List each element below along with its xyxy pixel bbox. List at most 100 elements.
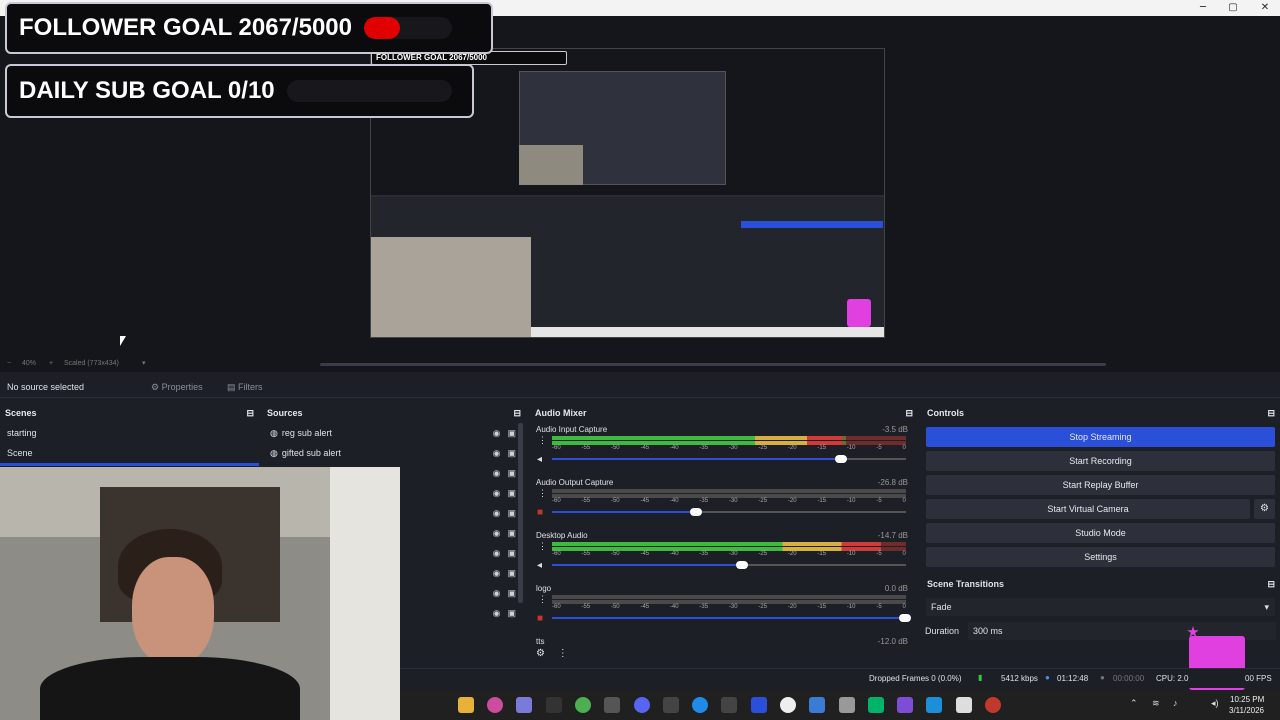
filters-button[interactable]: ▤ Filters <box>227 382 263 393</box>
tick-label: -55 <box>581 445 591 451</box>
volume-slider[interactable] <box>552 455 906 463</box>
visual-studio-icon[interactable] <box>751 697 767 713</box>
tick-label: -25 <box>758 604 768 610</box>
undock-icon[interactable]: ⊟ <box>1267 405 1275 421</box>
eye-icon[interactable]: ◉ <box>493 488 501 499</box>
duration-label: Duration <box>925 626 960 636</box>
lock-icon[interactable]: ▣ <box>507 568 516 579</box>
eye-icon[interactable]: ◉ <box>493 468 501 479</box>
volume-slider[interactable] <box>552 561 906 569</box>
close-icon[interactable]: ✕ <box>1250 0 1280 16</box>
transition-select[interactable]: Fade ▾ <box>926 598 1275 616</box>
document-icon[interactable] <box>956 697 972 713</box>
eye-icon[interactable]: ◉ <box>493 448 501 459</box>
settings-button[interactable]: Settings <box>926 547 1275 567</box>
eye-icon[interactable]: ◉ <box>493 608 501 619</box>
chevron-down-icon[interactable]: ▾ <box>142 359 146 367</box>
more-options-icon[interactable]: ⋮ <box>558 648 568 659</box>
scale-label[interactable]: Scaled (773x434) <box>64 360 119 367</box>
undock-icon[interactable]: ⊟ <box>246 405 254 421</box>
properties-button[interactable]: ⚙ Properties <box>151 382 203 393</box>
start-replay-buffer-button[interactable]: Start Replay Buffer <box>926 475 1275 495</box>
network-tool-icon[interactable] <box>809 697 825 713</box>
follower-goal-fill <box>364 17 401 39</box>
muted-speaker-icon[interactable]: ■ <box>537 613 543 624</box>
start-recording-button[interactable]: Start Recording <box>926 451 1275 471</box>
undock-icon[interactable]: ⊟ <box>1267 576 1275 592</box>
mouse-cursor-icon <box>120 336 126 346</box>
wifi-icon[interactable]: ≋ <box>1152 698 1160 709</box>
level-meter <box>552 595 906 599</box>
mouse-app-icon[interactable] <box>839 697 855 713</box>
lock-icon[interactable]: ▣ <box>507 508 516 519</box>
chrome-icon[interactable] <box>575 697 591 713</box>
stop-streaming-button[interactable]: Stop Streaming <box>926 427 1275 447</box>
speaker-icon[interactable]: ◂ <box>537 560 542 571</box>
lock-icon[interactable]: ▣ <box>507 428 516 439</box>
eye-icon[interactable]: ◉ <box>493 588 501 599</box>
virtual-camera-settings-gear-icon[interactable]: ⚙ <box>1254 499 1275 519</box>
undock-icon[interactable]: ⊟ <box>513 405 521 421</box>
eye-icon[interactable]: ◉ <box>493 508 501 519</box>
scene-item[interactable]: starting <box>0 423 259 443</box>
lock-icon[interactable]: ▣ <box>507 448 516 459</box>
volume-handle[interactable] <box>835 455 848 463</box>
zoom-in-icon[interactable]: + <box>49 360 53 367</box>
capcut-icon[interactable] <box>604 697 620 713</box>
gear-icon[interactable]: ⚙ <box>536 648 545 659</box>
obs-icon[interactable] <box>985 697 1001 713</box>
epic-games-icon[interactable] <box>546 697 562 713</box>
browser-icon[interactable] <box>692 697 708 713</box>
muted-speaker-icon[interactable]: ■ <box>537 507 543 518</box>
scene-transitions-header: Scene Transitions ⊟ <box>922 576 1280 592</box>
eye-icon[interactable]: ◉ <box>493 528 501 539</box>
microphone-icon[interactable]: ♪ <box>1173 698 1178 708</box>
scene-item[interactable]: Scene <box>0 443 259 463</box>
lock-icon[interactable]: ▣ <box>507 468 516 479</box>
lock-icon[interactable]: ▣ <box>507 588 516 599</box>
volume-icon[interactable]: ◂) <box>1211 698 1219 709</box>
eye-icon[interactable]: ◉ <box>493 428 501 439</box>
sources-title: Sources <box>267 408 303 418</box>
eye-icon[interactable]: ◉ <box>493 548 501 559</box>
more-options-icon[interactable]: ⋮ <box>538 594 547 605</box>
zoom-out-icon[interactable]: − <box>7 360 11 367</box>
more-options-icon[interactable]: ⋮ <box>538 541 547 552</box>
sources-scrollbar[interactable] <box>518 423 523 603</box>
studio-mode-button[interactable]: Studio Mode <box>926 523 1275 543</box>
g-app-icon[interactable] <box>780 697 796 713</box>
volume-handle[interactable] <box>736 561 749 569</box>
volume-slider[interactable] <box>552 614 911 622</box>
tray-chevron-up-icon[interactable]: ⌃ <box>1130 698 1138 709</box>
gamepad-icon[interactable] <box>516 697 532 713</box>
more-options-icon[interactable]: ⋮ <box>538 488 547 499</box>
preview-scrollbar[interactable] <box>320 363 1106 366</box>
lock-icon[interactable]: ▣ <box>507 488 516 499</box>
speaker-icon[interactable]: ◂ <box>537 454 542 465</box>
chart-app-icon[interactable] <box>926 697 942 713</box>
app-icon[interactable] <box>721 697 737 713</box>
clock-time[interactable]: 10:25 PM <box>1230 695 1264 704</box>
terminal-icon[interactable] <box>868 697 884 713</box>
music-icon[interactable] <box>487 697 503 713</box>
tick-label: -30 <box>728 498 738 504</box>
volume-handle[interactable] <box>899 614 911 622</box>
undock-icon[interactable]: ⊟ <box>905 405 913 421</box>
minimize-icon[interactable]: ─ <box>1188 0 1218 16</box>
grid-app-icon[interactable] <box>897 697 913 713</box>
clock-date[interactable]: 3/11/2026 <box>1229 706 1264 715</box>
lock-icon[interactable]: ▣ <box>507 548 516 559</box>
discord-icon[interactable] <box>634 697 650 713</box>
source-item[interactable]: ◍ reg sub alert ◉ ▣ <box>262 423 526 443</box>
file-explorer-icon[interactable] <box>458 697 474 713</box>
lock-icon[interactable]: ▣ <box>507 528 516 539</box>
volume-handle[interactable] <box>690 508 703 516</box>
lock-icon[interactable]: ▣ <box>507 608 516 619</box>
source-item[interactable]: ◍ gifted sub alert ◉ ▣ <box>262 443 526 463</box>
volume-slider[interactable] <box>552 508 906 516</box>
eye-icon[interactable]: ◉ <box>493 568 501 579</box>
start-virtual-camera-button[interactable]: Start Virtual Camera <box>926 499 1250 519</box>
more-options-icon[interactable]: ⋮ <box>538 435 547 446</box>
maximize-icon[interactable]: ▢ <box>1218 0 1248 16</box>
tool-icon[interactable] <box>663 697 679 713</box>
